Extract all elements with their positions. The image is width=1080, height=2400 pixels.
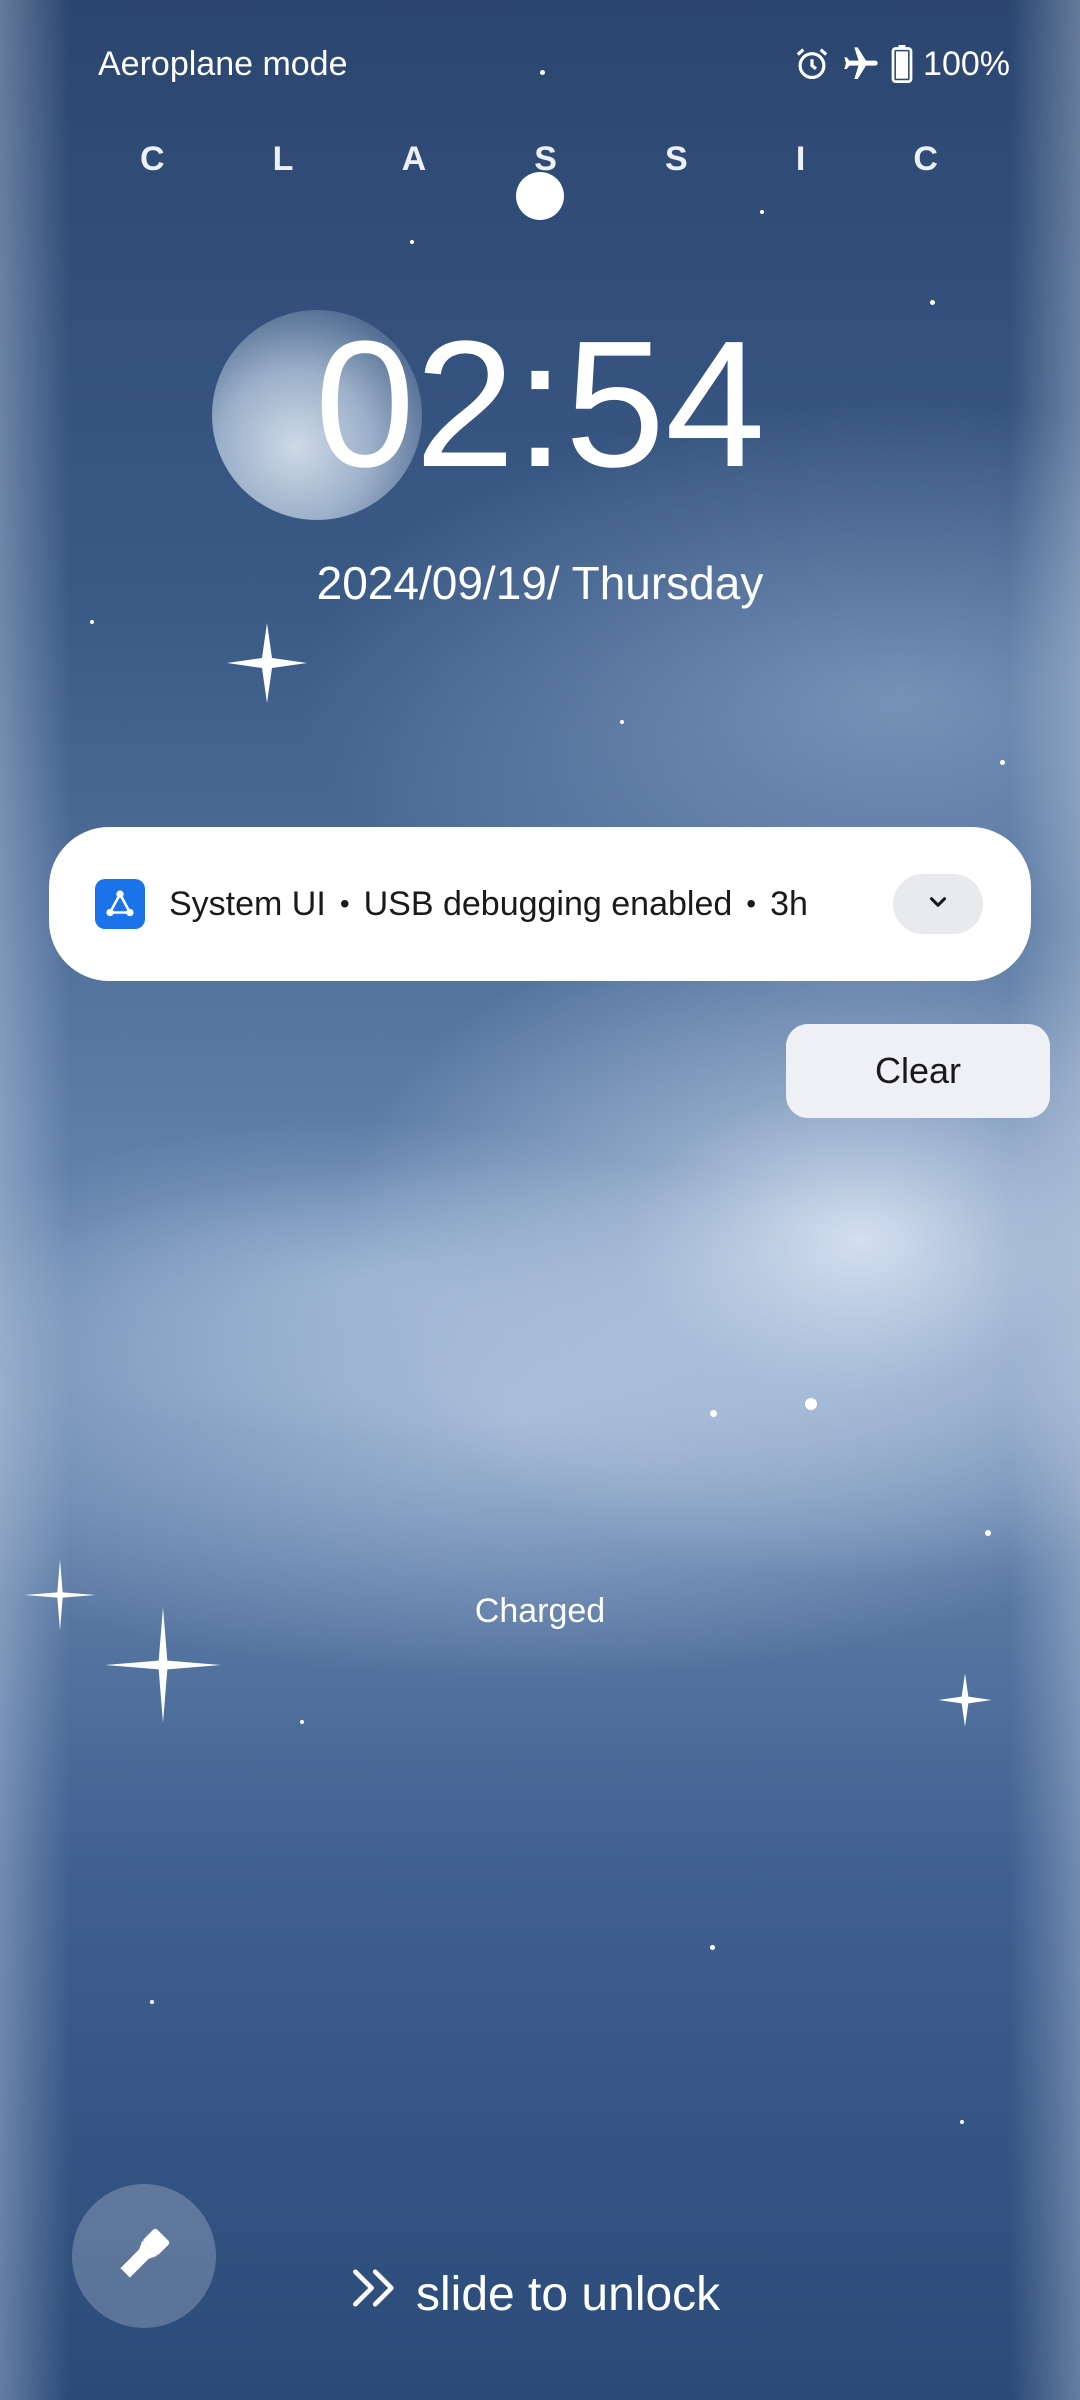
- brand-letter: C: [913, 140, 940, 178]
- sparkle-star: [938, 1673, 992, 1727]
- front-camera-cutout: [516, 172, 564, 220]
- notification-separator: •: [746, 888, 757, 919]
- status-bar: Aeroplane mode 100%: [98, 36, 1010, 92]
- slide-to-unlock[interactable]: slide to unlock: [350, 2266, 720, 2322]
- wallpaper-star: [960, 2120, 964, 2124]
- alarm-icon: [793, 45, 831, 83]
- wallpaper-star: [985, 1530, 991, 1536]
- system-ui-icon: [95, 879, 145, 929]
- clock-time: 02:54: [314, 304, 766, 505]
- brand-letter: C: [140, 140, 167, 178]
- notification-text: System UI • USB debugging enabled • 3h: [169, 885, 808, 924]
- wallpaper-star: [760, 210, 764, 214]
- clock-date: 2024/09/19/ Thursday: [316, 557, 764, 609]
- notification-title: USB debugging enabled: [363, 884, 733, 923]
- lock-screen: Aeroplane mode 100% C L A S S I C 02:54 …: [0, 0, 1080, 2400]
- clear-notifications-button[interactable]: Clear: [786, 1024, 1050, 1118]
- flashlight-button[interactable]: [72, 2184, 216, 2328]
- brand-letter: I: [795, 140, 808, 178]
- double-chevron-right-icon: [350, 2266, 404, 2322]
- battery-icon: [891, 45, 913, 83]
- wallpaper-star: [620, 720, 624, 724]
- notification-app-name: System UI: [169, 884, 326, 923]
- wallpaper-star: [930, 300, 935, 305]
- charging-status: Charged: [474, 1592, 606, 1630]
- slide-to-unlock-label: slide to unlock: [416, 2267, 721, 2321]
- wallpaper-star: [90, 620, 94, 624]
- notification-separator: •: [339, 888, 350, 919]
- wallpaper-star: [710, 1945, 715, 1950]
- wallpaper-star: [410, 240, 414, 244]
- sparkle-star: [227, 623, 307, 703]
- wallpaper-star: [805, 1398, 817, 1410]
- brand-letter: A: [401, 140, 429, 178]
- brand-letter: L: [272, 140, 296, 178]
- wallpaper-star: [300, 1720, 304, 1724]
- notification-expand-button[interactable]: [893, 874, 983, 934]
- airplane-icon: [841, 44, 881, 84]
- notification-age: 3h: [770, 884, 808, 923]
- flashlight-icon: [112, 2222, 176, 2291]
- status-icons: 100%: [793, 44, 1010, 84]
- aeroplane-mode-label: Aeroplane mode: [98, 44, 348, 83]
- notification-card[interactable]: System UI • USB debugging enabled • 3h: [49, 827, 1031, 981]
- brand-letter: S: [665, 140, 690, 178]
- wallpaper-star: [710, 1410, 717, 1417]
- chevron-down-icon: [925, 885, 951, 924]
- wallpaper-star: [150, 2000, 154, 2004]
- wallpaper-star: [1000, 760, 1005, 765]
- battery-percent: 100%: [923, 44, 1010, 83]
